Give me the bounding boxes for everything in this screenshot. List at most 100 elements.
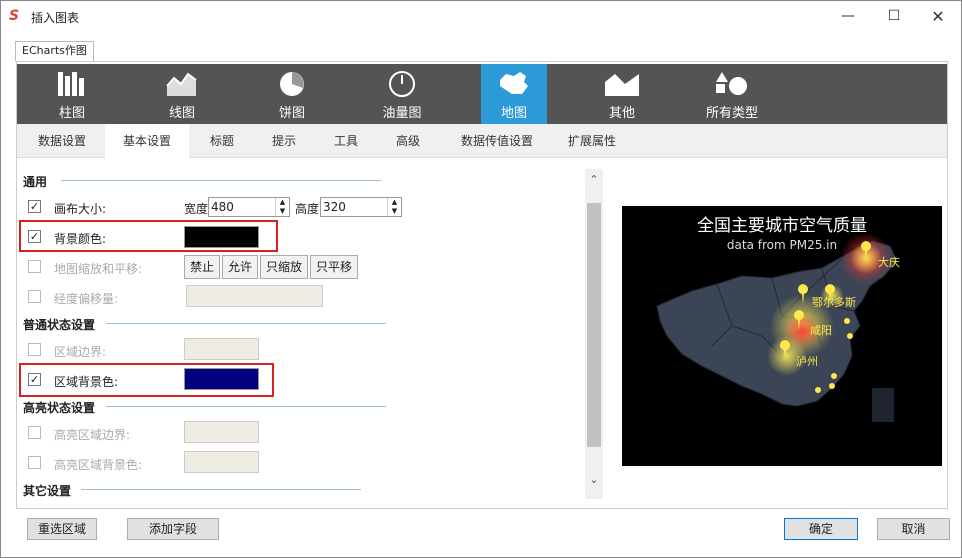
city-label-luzhou: 泸州 [796, 355, 818, 368]
chart-type-map[interactable]: 地图 [481, 64, 547, 124]
city-label-xianyang: 咸阳 [810, 324, 832, 337]
hl-border-swatch[interactable] [184, 421, 259, 443]
cancel-button[interactable]: 取消 [877, 518, 950, 540]
window-title: 插入图表 [31, 11, 80, 25]
south-sea-inset [872, 388, 894, 422]
chart-type-label: 饼图 [278, 106, 305, 121]
width-spinner[interactable]: 480 ▲ ▼ [208, 197, 290, 217]
bg-color-label: 背景颜色: [54, 232, 107, 246]
city-dot [844, 318, 850, 324]
section-other: 其它设置 [23, 484, 72, 498]
section-divider [61, 180, 381, 181]
tab-toolbox[interactable]: 工具 [319, 124, 373, 158]
chart-type-gauge[interactable]: 油量图 [347, 64, 457, 124]
app-logo-icon: S [9, 8, 20, 24]
ok-button[interactable]: 确定 [784, 518, 858, 540]
city-dot [847, 333, 853, 339]
tab-title[interactable]: 标题 [195, 124, 249, 158]
tab-echarts[interactable]: ECharts作图 [15, 41, 94, 61]
chart-type-label: 所有类型 [705, 106, 758, 121]
height-value: 320 [323, 200, 346, 214]
tab-extended-props[interactable]: 扩展属性 [557, 124, 627, 158]
height-label: 高度 [295, 202, 320, 216]
city-dot [829, 383, 835, 389]
height-spinner[interactable]: 320 ▲ ▼ [320, 197, 402, 217]
zoom-only-button[interactable]: 只缩放 [260, 255, 308, 279]
hl-border-label: 高亮区域边界: [54, 428, 131, 442]
section-divider [106, 323, 386, 324]
chart-type-other[interactable]: 其他 [567, 64, 677, 124]
section-divider [81, 489, 361, 490]
region-border-swatch[interactable] [184, 338, 259, 360]
minimize-button[interactable]: — [825, 1, 871, 32]
preview-subtitle: data from PM25.in [726, 238, 838, 252]
bg-color-swatch[interactable] [184, 226, 259, 248]
canvas-size-checkbox[interactable]: ✓ [28, 200, 41, 213]
section-general: 通用 [23, 175, 48, 189]
chart-type-label: 线图 [168, 106, 195, 121]
chart-type-label: 柱图 [58, 106, 85, 121]
zoom-allow-button[interactable]: 允许 [222, 255, 258, 279]
settings-tab-bar: 数据设置 基本设置 标题 提示 工具 高级 数据传值设置 扩展属性 [17, 124, 947, 158]
reselect-region-button[interactable]: 重选区域 [27, 518, 97, 540]
chart-type-bar-chart[interactable]: 柱图 [17, 64, 127, 124]
bar-chart-icon [58, 72, 84, 96]
section-normal-state: 普通状态设置 [23, 318, 96, 332]
city-label-ordos: 鄂尔多斯 [812, 296, 856, 309]
region-bg-swatch[interactable] [184, 368, 259, 390]
section-highlight-state: 高亮状态设置 [23, 401, 96, 415]
scroll-up-icon[interactable]: ⌃ [585, 173, 603, 191]
city-dot [815, 387, 821, 393]
chart-type-label: 其他 [608, 106, 635, 121]
longitude-offset-input[interactable] [186, 285, 323, 307]
width-label: 宽度 [184, 202, 209, 216]
zoom-forbid-button[interactable]: 禁止 [184, 255, 220, 279]
chart-type-line-chart[interactable]: 线图 [127, 64, 237, 124]
pie-chart-icon [280, 72, 304, 96]
region-border-checkbox[interactable] [28, 343, 41, 356]
chart-type-label: 地图 [500, 106, 527, 121]
section-divider [106, 406, 386, 407]
width-value: 480 [211, 200, 234, 214]
map-preview: 全国主要城市空气质量 data from PM25.in 大庆 鄂尔多斯 咸阳 … [622, 206, 942, 466]
tab-data-passing[interactable]: 数据传值设置 [447, 124, 547, 158]
title-bar: S 插入图表 — ☐ ✕ [1, 1, 961, 32]
canvas-size-label: 画布大小: [54, 202, 107, 216]
tab-data-settings[interactable]: 数据设置 [25, 124, 99, 158]
map-icon [500, 72, 528, 94]
tab-tooltip[interactable]: 提示 [257, 124, 311, 158]
city-dot [831, 373, 837, 379]
scroll-thumb[interactable] [587, 203, 601, 447]
hl-bg-label: 高亮区域背景色: [54, 458, 143, 472]
region-bg-label: 区域背景色: [54, 375, 119, 389]
longitude-offset-label: 经度偏移量: [54, 292, 119, 306]
line-chart-icon [166, 72, 197, 96]
longitude-offset-checkbox[interactable] [28, 290, 41, 303]
chart-type-pie-chart[interactable]: 饼图 [237, 64, 347, 124]
close-button[interactable]: ✕ [915, 1, 961, 32]
preview-title: 全国主要城市空气质量 [697, 216, 867, 236]
tab-basic-settings[interactable]: 基本设置 [105, 124, 189, 158]
hl-bg-checkbox[interactable] [28, 456, 41, 469]
bg-color-checkbox[interactable]: ✓ [28, 230, 41, 243]
hl-bg-swatch[interactable] [184, 451, 259, 473]
pan-only-button[interactable]: 只平移 [310, 255, 358, 279]
region-bg-checkbox[interactable]: ✓ [28, 373, 41, 386]
city-label-daqing: 大庆 [878, 256, 900, 269]
other-icon [605, 74, 639, 96]
chart-type-label: 油量图 [382, 106, 422, 121]
spinner-arrows-icon[interactable]: ▲ ▼ [275, 198, 289, 216]
chart-type-all[interactable]: 所有类型 [677, 64, 787, 124]
zoom-pan-label: 地图缩放和平移: [54, 262, 143, 276]
add-field-button[interactable]: 添加字段 [127, 518, 219, 540]
shapes-icon [716, 72, 747, 95]
hl-border-checkbox[interactable] [28, 426, 41, 439]
spinner-arrows-icon[interactable]: ▲ ▼ [387, 198, 401, 216]
tab-advanced[interactable]: 高级 [381, 124, 435, 158]
maximize-button[interactable]: ☐ [871, 1, 917, 32]
region-border-label: 区域边界: [54, 345, 107, 359]
settings-scrollbar[interactable]: ⌃ ⌄ [585, 169, 603, 499]
scroll-down-icon[interactable]: ⌄ [585, 473, 603, 491]
zoom-pan-checkbox[interactable] [28, 260, 41, 273]
chart-type-bar: 柱图 线图 饼图 油量图 地图 其他 所有类型 [17, 64, 947, 124]
